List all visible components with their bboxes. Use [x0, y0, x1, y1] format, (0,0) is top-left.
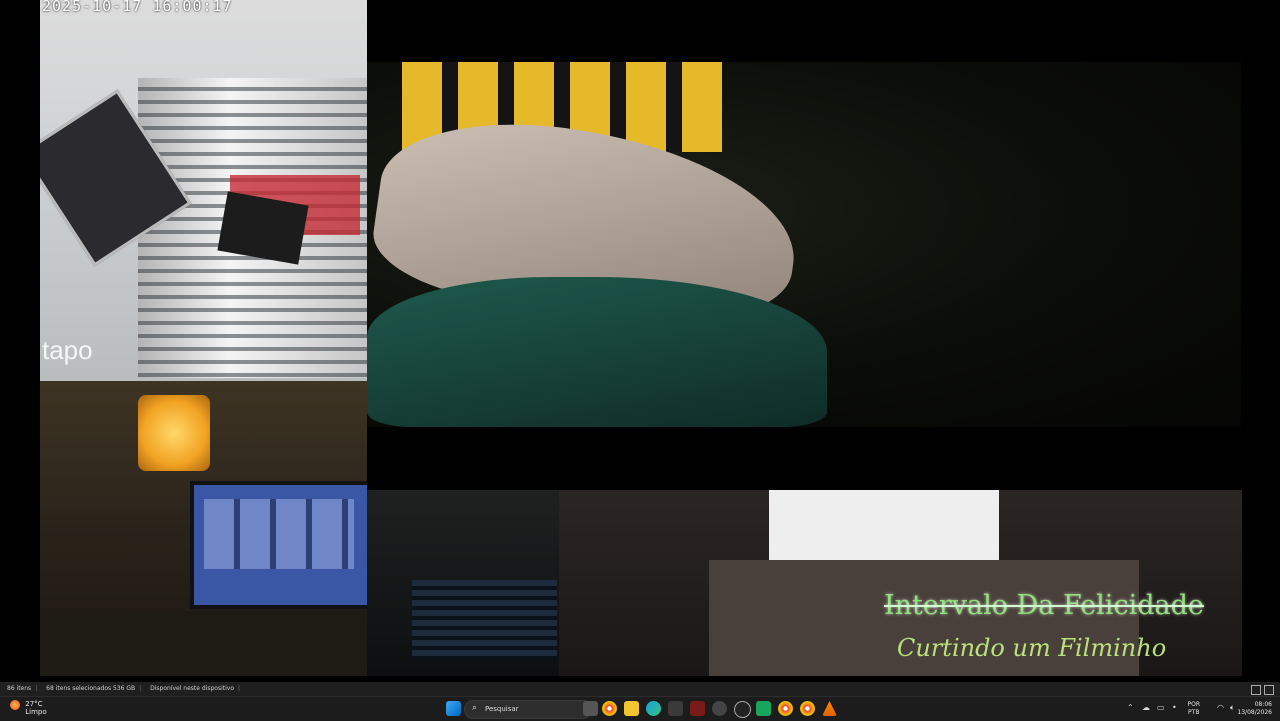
- folder-icon[interactable]: [624, 701, 639, 716]
- camera-timestamp: 2025-10-17 16:00:17: [42, 0, 233, 15]
- weather-desc: Limpo: [25, 708, 47, 716]
- explorer-status-bar: 86 itens | 68 itens selecionados 536 GB | …: [0, 682, 1280, 696]
- overlay-title: Intervalo Da Felicidade: [884, 590, 1204, 621]
- search-icon: ⌕: [472, 703, 478, 713]
- clock[interactable]: 08:06 13/08/2026: [1237, 701, 1272, 717]
- clock-date: 13/08/2026: [1237, 709, 1272, 716]
- items-count: 86 itens: [7, 685, 32, 692]
- camera-feed-studio: [367, 490, 559, 676]
- weather-widget[interactable]: 27°C Limpo: [10, 700, 47, 716]
- vlc-icon[interactable]: [822, 701, 837, 716]
- wifi-icon[interactable]: ◠: [1217, 703, 1224, 712]
- window-image: [769, 490, 999, 560]
- tiles-view-icon[interactable]: [1264, 685, 1274, 695]
- app-icon[interactable]: [690, 701, 705, 716]
- chrome-icon[interactable]: [800, 701, 815, 716]
- monitor-image: [190, 481, 367, 609]
- app-icon[interactable]: [756, 701, 771, 716]
- tapo-logo: tapo: [42, 335, 93, 365]
- lamp-image: [138, 395, 210, 471]
- taskbar: 27°C Limpo ⌕ Pesquisar ⌃ ☁ ▭ • POR PTB ◠…: [0, 696, 1280, 721]
- volume-icon[interactable]: 🔈︎: [1230, 703, 1235, 713]
- chrome-icon[interactable]: [602, 701, 617, 716]
- selection-info: 68 itens selecionados 536 GB: [46, 685, 136, 692]
- cloud-icon[interactable]: ☁: [1142, 703, 1150, 712]
- camera-feed-entrance: [40, 0, 367, 381]
- obs-icon[interactable]: [712, 701, 727, 716]
- task-view-icon[interactable]: [583, 701, 598, 716]
- store-icon[interactable]: [668, 701, 683, 716]
- desk-image: [40, 611, 367, 676]
- camera-feed-main: [367, 62, 1241, 427]
- system-tray: ⌃ ☁ ▭ • POR PTB ◠ 🔈︎ 08:06 13/08/2026: [1120, 697, 1280, 721]
- search-box[interactable]: ⌕ Pesquisar: [464, 700, 592, 719]
- start-icon[interactable]: [446, 701, 461, 716]
- search-placeholder: Pesquisar: [485, 705, 519, 713]
- microphone-icon[interactable]: •: [1172, 703, 1177, 712]
- edge-icon[interactable]: [646, 701, 661, 716]
- details-view-icon[interactable]: [1251, 685, 1261, 695]
- app-icon[interactable]: [734, 701, 751, 718]
- weather-temp: 27°C: [25, 700, 43, 708]
- studio-screens-image: [412, 580, 557, 660]
- camera-feed-room: [40, 381, 367, 676]
- person-pants-image: [367, 277, 827, 427]
- language-indicator[interactable]: POR PTB: [1187, 701, 1200, 717]
- monitor-icon[interactable]: ▭: [1157, 703, 1165, 712]
- clock-time: 08:06: [1254, 701, 1272, 708]
- overlay-subtitle: Curtindo um Filminho: [897, 634, 1167, 662]
- chevron-up-icon[interactable]: ⌃: [1127, 703, 1134, 712]
- chrome-icon[interactable]: [778, 701, 793, 716]
- availability-status: Disponível neste dispositivo: [150, 685, 234, 692]
- weather-icon: [10, 700, 20, 710]
